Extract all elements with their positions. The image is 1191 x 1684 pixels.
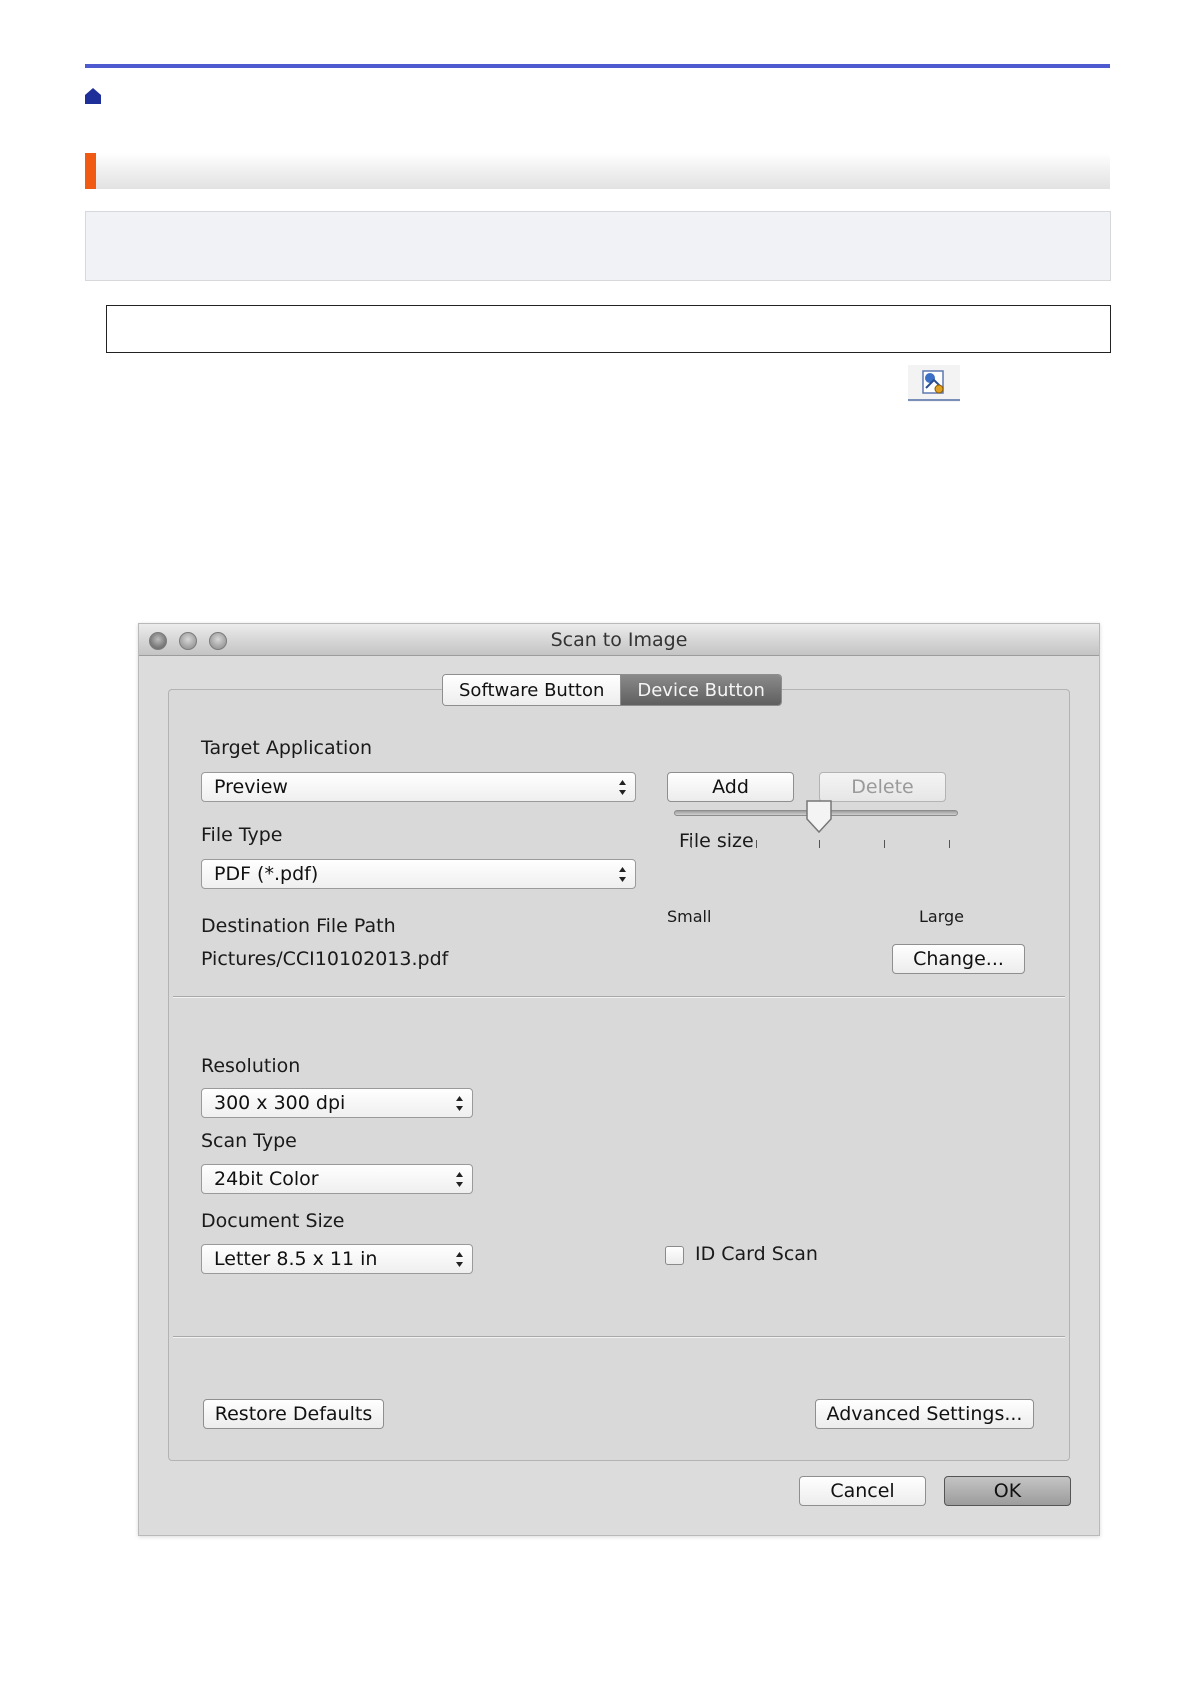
window-titlebar[interactable]: Scan to Image (139, 624, 1099, 656)
destination-path-label: Destination File Path (201, 915, 396, 937)
scan-settings-icon[interactable] (908, 365, 960, 402)
ok-button[interactable]: OK (944, 1476, 1071, 1506)
settings-panel (168, 689, 1070, 1461)
file-size-max-label: Large (919, 907, 965, 926)
document-size-value: Letter 8.5 x 11 in (214, 1248, 378, 1270)
cancel-button[interactable]: Cancel (799, 1476, 926, 1506)
delete-button[interactable]: Delete (819, 772, 946, 802)
scan-type-value: 24bit Color (214, 1168, 319, 1190)
header-rule (85, 64, 1110, 68)
scan-to-image-dialog: Scan to Image Software Button Device But… (138, 623, 1100, 1536)
file-type-value: PDF (*.pdf) (214, 863, 319, 885)
resolution-label: Resolution (201, 1055, 301, 1077)
stepper-arrows-icon (456, 1096, 463, 1111)
slider-tick (949, 840, 950, 848)
scan-type-label: Scan Type (201, 1130, 297, 1152)
home-icon[interactable] (84, 87, 102, 105)
note-box (106, 305, 1111, 353)
button-mode-tabs: Software Button Device Button (442, 674, 782, 706)
slider-tick (819, 840, 820, 848)
target-application-select[interactable]: Preview (201, 772, 636, 802)
section-divider (173, 996, 1065, 998)
info-box (85, 211, 1111, 281)
scan-type-select[interactable]: 24bit Color (201, 1164, 473, 1194)
resolution-select[interactable]: 300 x 300 dpi (201, 1088, 473, 1118)
advanced-settings-button[interactable]: Advanced Settings... (815, 1399, 1034, 1429)
section-divider (173, 1336, 1065, 1338)
section-title-accent (85, 153, 96, 189)
section-title-bar (85, 153, 1110, 189)
target-application-value: Preview (214, 776, 288, 798)
stepper-arrows-icon (619, 780, 626, 795)
id-card-scan-checkbox[interactable] (665, 1246, 684, 1265)
tab-device-button[interactable]: Device Button (621, 675, 781, 705)
file-size-min-label: Small (667, 907, 712, 926)
window-title: Scan to Image (550, 629, 688, 651)
document-size-select[interactable]: Letter 8.5 x 11 in (201, 1244, 473, 1274)
stepper-arrows-icon (456, 1252, 463, 1267)
id-card-scan-label[interactable]: ID Card Scan (695, 1243, 818, 1265)
stepper-arrows-icon (619, 867, 626, 882)
add-button[interactable]: Add (667, 772, 794, 802)
file-size-slider-knob[interactable] (805, 799, 833, 835)
document-size-label: Document Size (201, 1210, 345, 1232)
file-type-select[interactable]: PDF (*.pdf) (201, 859, 636, 889)
stepper-arrows-icon (456, 1172, 463, 1187)
slider-tick (691, 840, 692, 848)
target-application-label: Target Application (201, 737, 372, 759)
resolution-value: 300 x 300 dpi (214, 1092, 346, 1114)
restore-defaults-button[interactable]: Restore Defaults (203, 1399, 384, 1429)
file-type-label: File Type (201, 824, 283, 846)
tab-software-button[interactable]: Software Button (443, 675, 622, 705)
slider-tick (756, 840, 757, 848)
change-path-button[interactable]: Change... (892, 944, 1025, 974)
destination-path-value: Pictures/CCI10102013.pdf (201, 948, 449, 970)
slider-tick (884, 840, 885, 848)
